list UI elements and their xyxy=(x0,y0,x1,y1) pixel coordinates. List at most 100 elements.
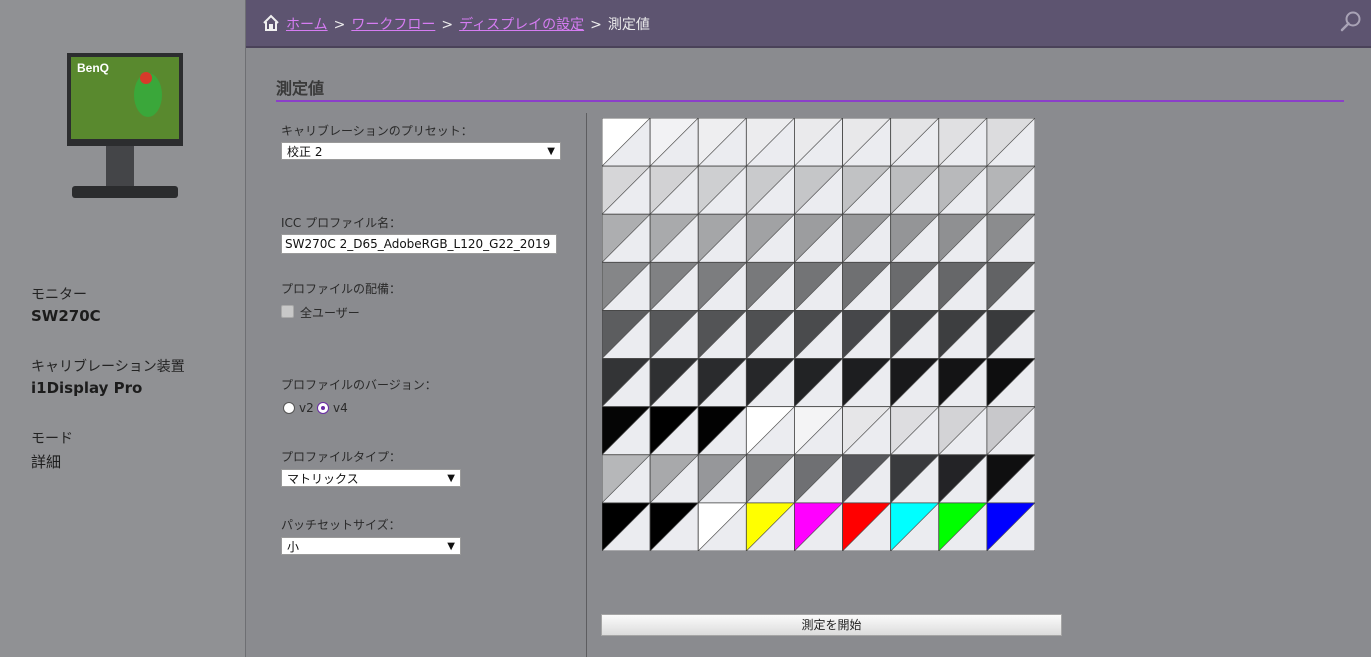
color-patch xyxy=(986,358,1035,408)
color-patch xyxy=(794,358,843,408)
color-patch xyxy=(938,358,988,408)
chevron-down-icon: ▼ xyxy=(447,473,455,484)
chevron-down-icon: ▼ xyxy=(547,146,555,157)
breadcrumb-separator: > xyxy=(441,17,454,33)
color-patch xyxy=(986,502,1035,551)
start-measurement-button[interactable]: 測定を開始 xyxy=(601,614,1062,636)
color-patch xyxy=(890,454,940,504)
color-patch xyxy=(986,118,1035,167)
color-patch xyxy=(986,165,1035,215)
color-patch xyxy=(938,213,988,263)
color-patch xyxy=(842,454,892,504)
color-patch xyxy=(745,502,795,551)
color-patch xyxy=(602,454,651,504)
color-patch xyxy=(602,406,651,456)
icc-label: ICC プロファイル名： xyxy=(281,216,402,230)
distribution-label: プロファイルの配備： xyxy=(281,282,402,296)
home-icon[interactable] xyxy=(262,14,280,32)
color-patch xyxy=(842,261,892,311)
version-v4-label: v4 xyxy=(333,401,348,415)
search-icon[interactable] xyxy=(1339,10,1363,34)
color-patch xyxy=(986,406,1035,456)
profile-type-select[interactable]: マトリックス ▼ xyxy=(281,469,461,487)
patch-size-select[interactable]: 小 ▼ xyxy=(281,537,461,555)
color-patch xyxy=(649,118,699,167)
color-patch xyxy=(794,454,843,504)
breadcrumb-workflow[interactable]: ワークフロー xyxy=(351,17,435,33)
color-patch xyxy=(697,261,747,311)
color-patch xyxy=(697,310,747,359)
color-patch xyxy=(938,261,988,311)
breadcrumb-home[interactable]: ホーム xyxy=(286,17,328,33)
preset-select[interactable]: 校正 2 ▼ xyxy=(281,142,561,160)
color-patch xyxy=(649,213,699,263)
color-patch-grid xyxy=(602,118,1035,551)
color-patch xyxy=(697,358,747,408)
color-patch xyxy=(842,358,892,408)
mode-value: 詳細 xyxy=(31,453,62,471)
version-v2-radio[interactable] xyxy=(283,402,295,414)
color-patch xyxy=(794,310,843,359)
color-patch xyxy=(649,502,699,551)
mode-label: モード xyxy=(31,431,73,447)
color-patch xyxy=(649,310,699,359)
column-divider xyxy=(586,113,587,657)
color-patch xyxy=(649,165,699,215)
color-patch xyxy=(602,165,651,215)
preset-select-value: 校正 2 xyxy=(287,145,323,159)
color-patch xyxy=(938,502,988,551)
color-patch xyxy=(649,261,699,311)
color-patch xyxy=(745,118,795,167)
color-patch xyxy=(697,213,747,263)
color-patch xyxy=(842,310,892,359)
preset-label: キャリブレーションのプリセット： xyxy=(281,124,473,138)
color-patch xyxy=(842,502,892,551)
sidebar: BenQ モニター SW270C キャリブレーション装置 i1Display P… xyxy=(0,0,246,657)
breadcrumb-display-settings[interactable]: ディスプレイの設定 xyxy=(459,17,584,33)
color-patch xyxy=(794,118,843,167)
icc-profile-name-input[interactable]: SW270C 2_D65_AdobeRGB_L120_G22_2019 xyxy=(281,234,557,254)
color-patch xyxy=(649,358,699,408)
device-value: i1Display Pro xyxy=(31,379,143,397)
color-patch xyxy=(602,118,651,167)
breadcrumb-separator: > xyxy=(333,17,346,33)
color-patch xyxy=(697,454,747,504)
color-patch xyxy=(602,261,651,311)
color-patch xyxy=(842,118,892,167)
header-bar: ホーム > ワークフロー > ディスプレイの設定 > 測定値 xyxy=(246,0,1371,48)
color-patch xyxy=(697,406,747,456)
color-patch xyxy=(602,502,651,551)
color-patch xyxy=(745,406,795,456)
breadcrumb-current: 測定値 xyxy=(607,17,650,33)
breadcrumb: ホーム > ワークフロー > ディスプレイの設定 > 測定値 xyxy=(262,14,650,34)
version-v4-radio[interactable] xyxy=(317,402,329,414)
color-patch xyxy=(794,406,843,456)
patch-size-label: パッチセットサイズ： xyxy=(281,518,401,532)
color-patch xyxy=(794,261,843,311)
color-patch xyxy=(890,406,940,456)
color-patch xyxy=(890,502,940,551)
color-patch xyxy=(794,502,843,551)
all-users-label: 全ユーザー xyxy=(300,306,360,320)
color-patch xyxy=(602,213,651,263)
title-divider xyxy=(276,100,1344,102)
all-users-checkbox[interactable] xyxy=(281,305,294,318)
color-patch xyxy=(794,213,843,263)
color-patch xyxy=(938,165,988,215)
color-patch xyxy=(890,310,940,359)
color-patch xyxy=(938,310,988,359)
color-patch xyxy=(745,213,795,263)
color-patch xyxy=(842,406,892,456)
patch-size-value: 小 xyxy=(287,540,300,554)
color-patch xyxy=(842,213,892,263)
color-patch xyxy=(890,358,940,408)
version-label: プロファイルのバージョン： xyxy=(281,378,437,392)
color-patch xyxy=(986,310,1035,359)
monitor-value: SW270C xyxy=(31,307,101,325)
chevron-down-icon: ▼ xyxy=(447,541,455,552)
page-title: 測定値 xyxy=(276,79,325,98)
color-patch xyxy=(602,358,651,408)
color-patch xyxy=(745,261,795,311)
color-patch xyxy=(649,454,699,504)
color-patch xyxy=(697,502,747,551)
